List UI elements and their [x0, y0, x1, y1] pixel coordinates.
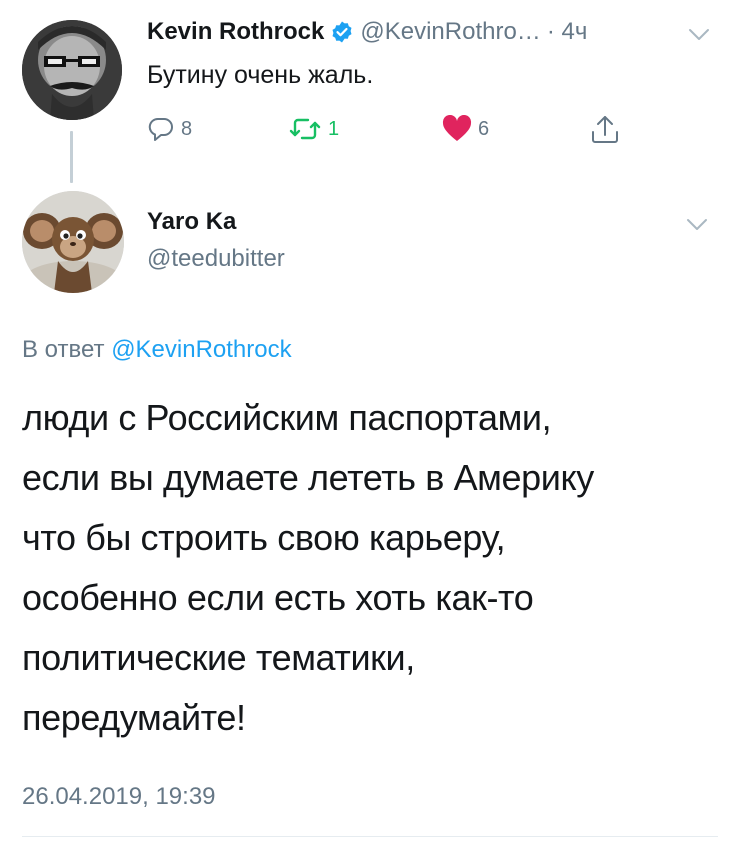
parent-author-name[interactable]: Kevin Rothrock — [147, 16, 324, 48]
in-reply-mention-link[interactable]: @KevinRothrock — [111, 336, 291, 363]
reply-author-handle[interactable]: @teedubitter — [147, 243, 285, 275]
chevron-down-icon[interactable] — [686, 218, 708, 232]
parent-tweet-time: · 4ч — [546, 18, 588, 45]
parent-author-handle[interactable]: @KevinRothro… — [360, 16, 540, 48]
share-icon — [592, 116, 618, 143]
share-button[interactable] — [590, 111, 620, 147]
like-button[interactable]: 6 — [442, 111, 489, 147]
tweet-text-line: люди с Российским паспортами, — [22, 397, 552, 438]
reply-button[interactable]: 8 — [147, 111, 192, 147]
heart-icon — [442, 115, 472, 141]
parent-tweet-header: Kevin Rothrock @KevinRothro… · 4ч — [147, 16, 587, 48]
in-reply-to-line: В ответ @KevinRothrock — [22, 334, 292, 366]
avatar-yaro-ka[interactable] — [22, 191, 124, 293]
parent-tweet-text: Бутину очень жаль. — [147, 61, 374, 89]
tweet-timestamp[interactable]: 26.04.2019, 19:39 — [22, 781, 216, 813]
reply-author-name[interactable]: Yaro Ka — [147, 206, 236, 238]
retweet-button[interactable]: 1 — [288, 111, 339, 147]
thread-connector-line — [70, 131, 73, 183]
tweet-text-line: особенно если есть хоть как-то — [22, 577, 534, 618]
tweet-text-line: что бы строить свою карьеру, — [22, 517, 506, 558]
retweet-count: 1 — [328, 117, 340, 140]
like-count: 6 — [478, 117, 490, 140]
verified-badge-icon — [330, 20, 354, 44]
in-reply-prefix: В ответ — [22, 336, 105, 363]
reply-count: 8 — [181, 117, 193, 140]
tweet-text-line: передумайте! — [22, 697, 246, 738]
reply-icon — [148, 117, 173, 141]
reply-tweet-text: люди с Российским паспортами, если вы ду… — [22, 388, 722, 748]
divider — [22, 836, 718, 837]
retweet-icon — [289, 118, 321, 140]
tweet-text-line: политические тематики, — [22, 637, 415, 678]
avatar-kevin-rothrock[interactable] — [22, 20, 122, 120]
chevron-down-icon[interactable] — [688, 28, 710, 42]
avatar-image — [22, 191, 124, 293]
avatar-image — [22, 20, 122, 120]
tweet-text-line: если вы думаете лететь в Америку — [22, 457, 594, 498]
